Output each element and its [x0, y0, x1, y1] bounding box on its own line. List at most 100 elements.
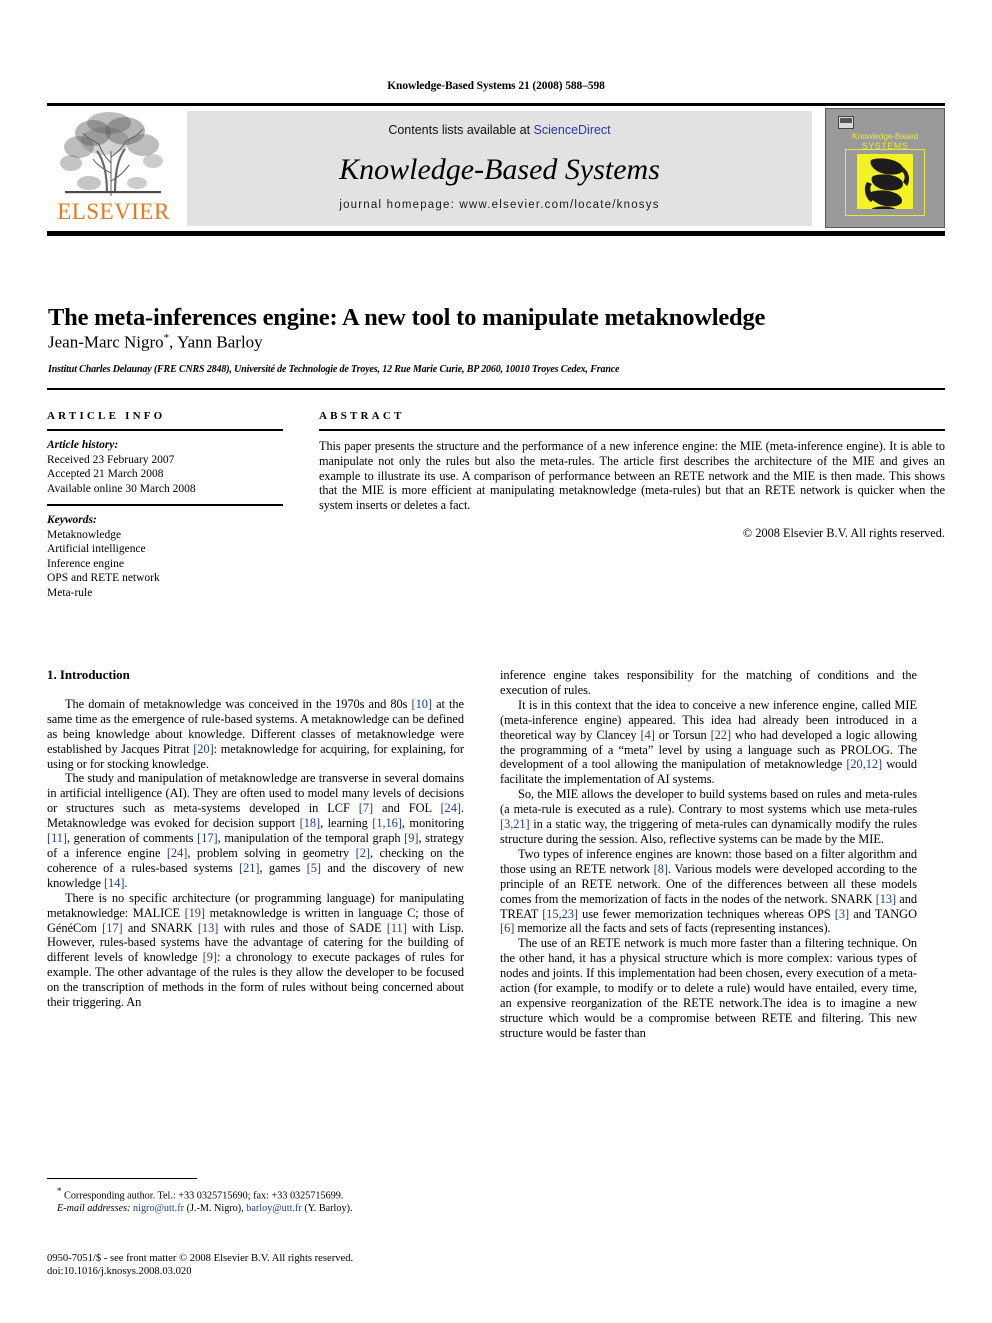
cover-artwork	[857, 154, 913, 209]
keywords-group: Keywords: Metaknowledge Artificial intel…	[47, 506, 283, 600]
citation-link[interactable]: [21]	[239, 861, 260, 875]
paragraph-text: and SNARK	[122, 920, 198, 935]
paragraph-text: , problem solving in geometry	[187, 845, 356, 860]
cover-title-line1: Knowledge-Based	[852, 131, 918, 141]
paragraph-text: and FOL	[373, 801, 441, 816]
section-heading-introduction: 1. Introduction	[47, 667, 130, 682]
author-primary: Jean-Marc Nigro	[48, 332, 164, 352]
journal-cover-thumbnail: Knowledge-Based SYSTEMS	[825, 108, 945, 228]
citation-link[interactable]: [9]	[404, 831, 418, 845]
corresponding-author-footnote: * Corresponding author. Tel.: +33 032571…	[47, 1178, 464, 1215]
paragraph-text: So, the MIE allows the developer to buil…	[500, 787, 917, 817]
citation-link[interactable]: [20,12]	[846, 757, 882, 771]
article-info-column: ARTICLE INFO Article history: Received 2…	[47, 388, 283, 600]
citation-link[interactable]: [4]	[641, 728, 655, 742]
paragraph-text: use fewer memorization techniques wherea…	[578, 906, 835, 921]
contents-prefix: Contents lists available at	[388, 123, 534, 137]
masthead-top-rule	[47, 103, 945, 106]
citation-link[interactable]: [5]	[307, 861, 321, 875]
colophon-doi[interactable]: doi:10.1016/j.knosys.2008.03.020	[47, 1265, 477, 1278]
keyword-item: Inference engine	[47, 557, 124, 570]
email-owner-nigro: (J.-M. Nigro),	[184, 1203, 247, 1215]
email-link-nigro[interactable]: nigro@utt.fr	[133, 1203, 184, 1214]
article-info-heading: ARTICLE INFO	[47, 410, 166, 422]
body-paragraph: So, the MIE allows the developer to buil…	[500, 787, 917, 847]
citation-link[interactable]: [3,21]	[500, 817, 530, 831]
article-history-item: Available online 30 March 2008	[47, 482, 196, 495]
paragraph-text: The use of an RETE network is much more …	[500, 936, 917, 1040]
elsevier-tree-icon	[53, 111, 173, 199]
keyword-item: OPS and RETE network	[47, 572, 160, 584]
body-paragraph: It is in this context that the idea to c…	[500, 698, 917, 787]
citation-link[interactable]: [2]	[356, 846, 370, 860]
journal-band: Contents lists available at ScienceDirec…	[187, 111, 812, 226]
citation-link[interactable]: [15,23]	[542, 907, 578, 921]
info-abstract-block: ARTICLE INFO Article history: Received 2…	[47, 388, 945, 638]
citation-link[interactable]: [18]	[300, 816, 321, 830]
keywords-label: Keywords:	[47, 514, 97, 526]
masthead-bottom-rule	[47, 231, 945, 236]
paragraph-text: and TANGO	[849, 906, 917, 921]
footnote-email-line: E-mail addresses: nigro@utt.fr (J.-M. Ni…	[47, 1202, 464, 1215]
sciencedirect-link[interactable]: ScienceDirect	[534, 123, 611, 137]
citation-link[interactable]: [20]	[193, 742, 214, 756]
journal-homepage-link[interactable]: journal homepage: www.elsevier.com/locat…	[187, 199, 812, 211]
footnote-corresponding-line: * Corresponding author. Tel.: +33 032571…	[47, 1185, 464, 1202]
running-head: Knowledge-Based Systems 21 (2008) 588–59…	[387, 80, 605, 92]
citation-link[interactable]: [17]	[197, 831, 218, 845]
body-paragraph: The study and manipulation of metaknowle…	[47, 771, 464, 890]
citation-link[interactable]: [1,16]	[372, 816, 402, 830]
keyword-item: Meta-rule	[47, 586, 93, 599]
elsevier-wordmark: ELSEVIER	[57, 199, 170, 224]
citation-link[interactable]: [9]	[203, 950, 217, 964]
citation-link[interactable]: [3]	[835, 907, 849, 921]
citation-link[interactable]: [13]	[876, 892, 897, 906]
citation-link[interactable]: [24]	[440, 801, 461, 815]
citation-link[interactable]: [19]	[185, 906, 206, 920]
citation-link[interactable]: [7]	[359, 801, 373, 815]
left-column-paragraphs: The domain of metaknowledge was conceive…	[47, 697, 464, 1010]
citation-link[interactable]: [11]	[387, 921, 407, 935]
body-column-left: 1. Introduction The domain of metaknowle…	[47, 667, 464, 1010]
citation-link[interactable]: [14]	[104, 876, 125, 890]
author-list: Jean-Marc Nigro*, Yann Barloy	[48, 332, 938, 353]
paragraph-text: , monitoring	[401, 816, 464, 831]
keyword-item: Metaknowledge	[47, 528, 122, 541]
article-history-group: Article history: Received 23 February 20…	[47, 431, 283, 496]
article-history-item: Received 23 February 2007	[47, 453, 175, 466]
citation-link[interactable]: [6]	[500, 921, 514, 935]
email-link-barloy[interactable]: barloy@utt.fr	[246, 1203, 302, 1214]
citation-link[interactable]: [24]	[167, 846, 188, 860]
abstract-column: ABSTRACT This paper presents the structu…	[319, 388, 945, 541]
cover-inner: Knowledge-Based SYSTEMS	[836, 116, 934, 220]
author-secondary: , Yann Barloy	[169, 332, 263, 352]
body-paragraph: The use of an RETE network is much more …	[500, 936, 917, 1040]
right-column-paragraphs: inference engine takes responsibility fo…	[500, 668, 917, 1041]
citation-link[interactable]: [10]	[412, 697, 433, 711]
article-history-label: Article history:	[47, 439, 119, 451]
citation-link[interactable]: [11]	[47, 831, 67, 845]
paragraph-text: , games	[259, 860, 307, 875]
citation-link[interactable]: [8]	[654, 862, 668, 876]
paragraph-text: The domain of metaknowledge was conceive…	[65, 696, 412, 711]
colophon-front-matter: 0950-7051/$ - see front matter © 2008 El…	[47, 1253, 354, 1264]
paragraph-text: , manipulation of the temporal graph	[217, 831, 405, 846]
paragraph-text: .	[124, 875, 128, 890]
paragraph-text: or Torsun	[654, 727, 711, 742]
citation-link[interactable]: [22]	[711, 728, 732, 742]
email-owner-barloy: (Y. Barloy).	[301, 1203, 353, 1215]
abstract-text: This paper presents the structure and th…	[319, 439, 945, 513]
abstract-heading: ABSTRACT	[319, 410, 405, 422]
footnote-corresponding-text: Corresponding author. Tel.: +33 03257156…	[61, 1190, 344, 1202]
paragraph-text: , learning	[320, 816, 373, 831]
citation-link[interactable]: [13]	[198, 921, 219, 935]
paragraph-text: with rules and those of SADE	[218, 920, 387, 935]
elsevier-mark-icon	[838, 116, 854, 129]
abstract-copyright: © 2008 Elsevier B.V. All rights reserved…	[742, 525, 945, 540]
article-history-item: Accepted 21 March 2008	[47, 468, 164, 480]
citation-link[interactable]: [17]	[102, 921, 123, 935]
journal-masthead: ELSEVIER Contents lists available at Sci…	[47, 103, 945, 236]
body-paragraph: There is no specific architecture (or pr…	[47, 891, 464, 1010]
contents-list-line: Contents lists available at ScienceDirec…	[187, 123, 812, 137]
paragraph-text: , generation of comments	[66, 831, 198, 846]
